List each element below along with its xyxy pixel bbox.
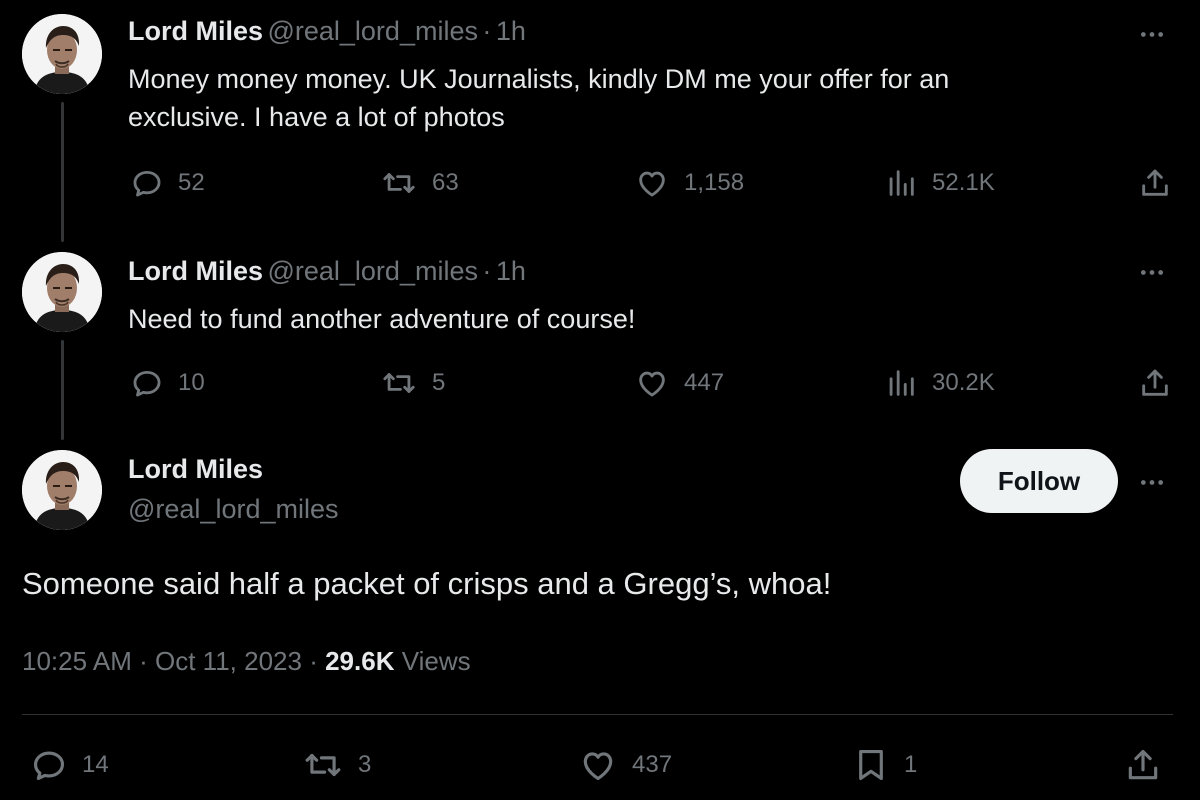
heart-icon bbox=[578, 746, 618, 784]
tweet-text-line: exclusive. I have a lot of photos bbox=[128, 102, 505, 132]
reply-button[interactable]: 52 bbox=[130, 166, 205, 200]
meta-separator: · bbox=[482, 16, 492, 46]
avatar[interactable] bbox=[22, 450, 102, 530]
heart-icon bbox=[634, 366, 670, 400]
views-count: 52.1K bbox=[932, 169, 995, 196]
more-button[interactable] bbox=[1132, 24, 1172, 44]
share-icon bbox=[1124, 746, 1162, 784]
repost-icon bbox=[302, 746, 344, 784]
avatar[interactable] bbox=[22, 252, 102, 332]
avatar[interactable] bbox=[22, 14, 102, 94]
tweet-date[interactable]: Oct 11, 2023 bbox=[155, 646, 302, 676]
like-button[interactable]: 447 bbox=[634, 366, 724, 400]
like-button[interactable]: 437 bbox=[578, 746, 672, 784]
reply-icon bbox=[130, 166, 164, 200]
like-count: 437 bbox=[632, 751, 673, 778]
more-icon bbox=[1139, 30, 1165, 39]
follow-button[interactable]: Follow bbox=[960, 449, 1118, 513]
repost-icon bbox=[380, 166, 418, 200]
share-button[interactable] bbox=[1138, 366, 1172, 400]
more-icon bbox=[1139, 268, 1165, 277]
meta-separator: · bbox=[482, 256, 492, 286]
tweet-time[interactable]: 10:25 AM bbox=[22, 646, 132, 676]
tweet-time[interactable]: 1h bbox=[496, 256, 526, 286]
share-icon bbox=[1138, 366, 1172, 400]
share-button[interactable] bbox=[1138, 166, 1172, 200]
author-handle[interactable]: @real_lord_miles bbox=[267, 256, 478, 286]
heart-icon bbox=[634, 166, 670, 200]
avatar-image bbox=[22, 14, 102, 94]
repost-button[interactable]: 3 bbox=[302, 746, 371, 784]
like-button[interactable]: 1,158 bbox=[634, 166, 744, 200]
like-count: 447 bbox=[684, 369, 725, 396]
more-button[interactable] bbox=[1132, 472, 1172, 492]
tweet-text: Money money money. UK Journalists, kindl… bbox=[128, 60, 1128, 136]
bookmark-icon bbox=[852, 746, 890, 784]
reply-icon bbox=[30, 746, 68, 784]
views-count: 30.2K bbox=[932, 369, 995, 396]
author-name[interactable]: Lord Miles bbox=[128, 16, 263, 46]
share-icon bbox=[1138, 166, 1172, 200]
reply-icon bbox=[130, 366, 164, 400]
author-handle[interactable]: @real_lord_miles bbox=[128, 494, 339, 525]
thread-line bbox=[61, 102, 64, 242]
meta-separator: · bbox=[139, 646, 148, 676]
tweet-time[interactable]: 1h bbox=[496, 16, 526, 46]
reply-count: 14 bbox=[82, 751, 109, 778]
bookmark-button[interactable]: 1 bbox=[852, 746, 917, 784]
tweet-text-line: Money money money. UK Journalists, kindl… bbox=[128, 64, 950, 94]
repost-button[interactable]: 5 bbox=[380, 366, 445, 400]
tweet-header: Lord Miles @real_lord_miles · 1h bbox=[128, 256, 526, 287]
reply-button[interactable]: 10 bbox=[130, 366, 205, 400]
views-icon bbox=[884, 166, 918, 200]
tweet-text-line: Need to fund another adventure of course… bbox=[128, 304, 636, 334]
avatar-image bbox=[22, 450, 102, 530]
reply-count: 10 bbox=[178, 369, 205, 396]
author-name[interactable]: Lord Miles bbox=[128, 256, 263, 286]
repost-icon bbox=[380, 366, 418, 400]
divider bbox=[22, 714, 1173, 715]
share-button[interactable] bbox=[1124, 746, 1162, 784]
reply-count: 52 bbox=[178, 169, 205, 196]
repost-count: 3 bbox=[358, 751, 372, 778]
views-button[interactable]: 52.1K bbox=[884, 166, 995, 200]
author-handle[interactable]: @real_lord_miles bbox=[267, 16, 478, 46]
reply-button[interactable]: 14 bbox=[30, 746, 109, 784]
views-label: Views bbox=[401, 646, 471, 676]
repost-count: 63 bbox=[432, 169, 459, 196]
views-count: 29.6K bbox=[325, 646, 395, 676]
author-name[interactable]: Lord Miles bbox=[128, 454, 263, 485]
avatar-image bbox=[22, 252, 102, 332]
tweet-header: Lord Miles @real_lord_miles · 1h bbox=[128, 16, 526, 47]
tweet-text: Need to fund another adventure of course… bbox=[128, 300, 1128, 338]
views-icon bbox=[884, 366, 918, 400]
tweet-timestamp: 10:25 AM · Oct 11, 2023 · 29.6K Views bbox=[22, 646, 471, 677]
repost-button[interactable]: 63 bbox=[380, 166, 459, 200]
bookmark-count: 1 bbox=[904, 751, 918, 778]
views-button[interactable]: 30.2K bbox=[884, 366, 995, 400]
like-count: 1,158 bbox=[684, 169, 745, 196]
more-icon bbox=[1139, 478, 1165, 487]
main-tweet-text: Someone said half a packet of crisps and… bbox=[22, 566, 832, 601]
meta-separator: · bbox=[309, 646, 318, 676]
more-button[interactable] bbox=[1132, 262, 1172, 282]
repost-count: 5 bbox=[432, 369, 446, 396]
thread-line bbox=[61, 340, 64, 440]
